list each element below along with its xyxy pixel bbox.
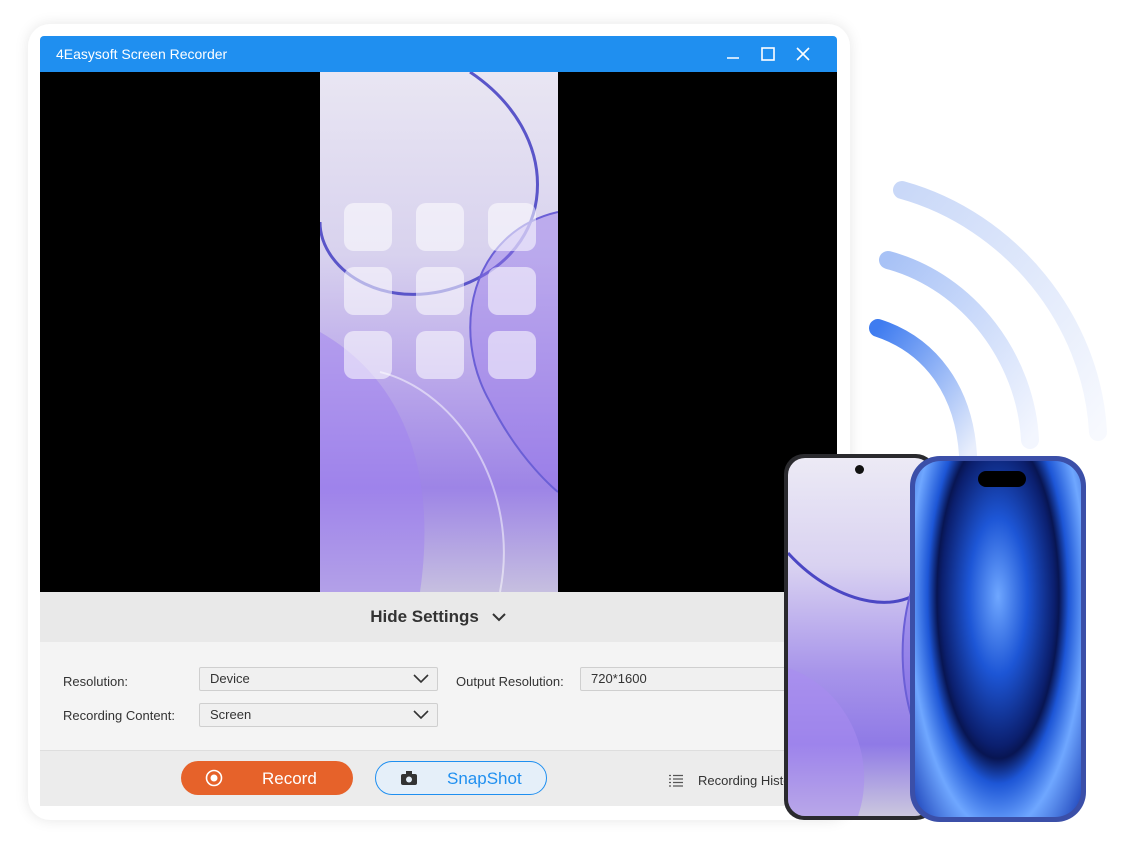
title-bar: 4Easysoft Screen Recorder (40, 36, 837, 72)
resolution-label: Resolution: (63, 674, 129, 689)
minimize-icon (727, 57, 739, 59)
app-icon (344, 267, 392, 315)
minimize-button[interactable] (721, 42, 745, 66)
iphone-image (910, 456, 1086, 822)
resolution-value: Device (210, 671, 250, 686)
app-icon (488, 331, 536, 379)
app-icon (416, 267, 464, 315)
camera-icon (401, 771, 417, 785)
mirrored-phone-screen (320, 72, 558, 592)
screen-preview (40, 72, 837, 592)
chevron-down-icon (413, 674, 429, 684)
chevron-down-icon (492, 613, 506, 622)
snapshot-button[interactable]: SnapShot (375, 761, 547, 795)
settings-panel: Resolution: Device Output Resolution: 72… (40, 642, 837, 750)
maximize-button[interactable] (756, 42, 780, 66)
app-icon (344, 203, 392, 251)
hide-settings-toggle[interactable]: Hide Settings (40, 592, 837, 642)
app-icon (488, 267, 536, 315)
recorder-window: 4Easysoft Screen Recorder Hide Settings … (40, 36, 837, 806)
app-icon (416, 331, 464, 379)
record-icon (205, 769, 223, 787)
recording-history-label: Recording Histo (698, 773, 791, 788)
wireless-signal-icon (869, 181, 1107, 460)
snapshot-label: SnapShot (447, 769, 522, 788)
record-button[interactable]: Record (181, 761, 353, 795)
output-resolution-value: 720*1600 (591, 671, 647, 686)
hide-settings-label: Hide Settings (370, 607, 479, 626)
list-icon (669, 774, 683, 787)
app-icon (488, 203, 536, 251)
close-icon (796, 47, 810, 61)
resolution-select[interactable]: Device (199, 667, 438, 691)
app-icon (416, 203, 464, 251)
record-label: Record (262, 769, 317, 788)
window-title: 4Easysoft Screen Recorder (56, 46, 228, 62)
close-button[interactable] (791, 42, 815, 66)
maximize-icon (761, 47, 775, 61)
output-resolution-label: Output Resolution: (456, 674, 564, 689)
recording-content-value: Screen (210, 707, 252, 722)
output-resolution-field[interactable]: 720*1600 (580, 667, 788, 691)
app-icon (344, 331, 392, 379)
recording-content-label: Recording Content: (63, 708, 176, 723)
chevron-down-icon (413, 710, 429, 720)
recording-content-select[interactable]: Screen (199, 703, 438, 727)
action-bar: Record SnapShot Recording Histo (40, 750, 837, 806)
